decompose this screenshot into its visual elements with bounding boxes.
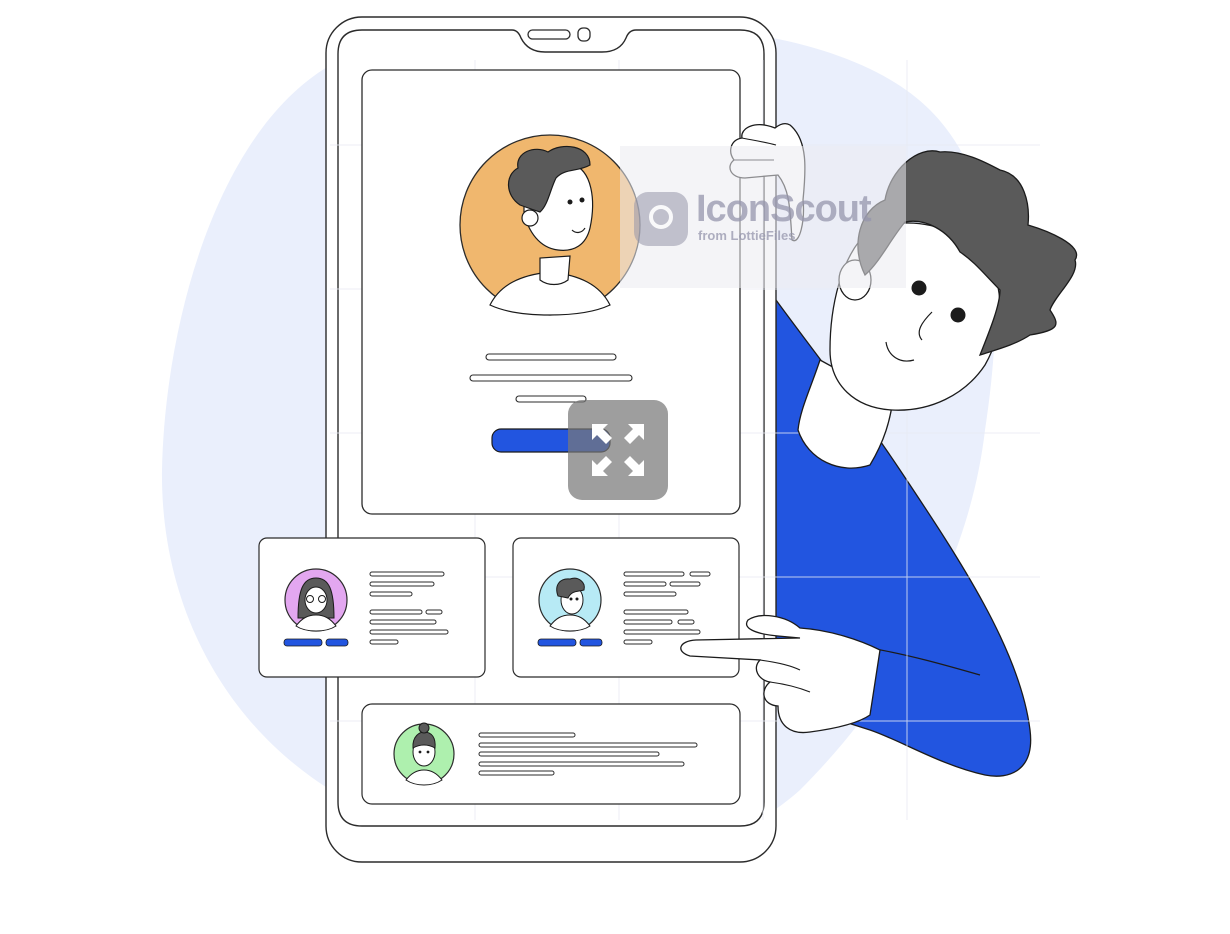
illustration-stage: IconScout from LottieFiles [0,0,1230,934]
watermark-subtitle: from LottieFiles [698,228,796,243]
character-eye-right [950,307,966,323]
watermark-title: IconScout [696,188,872,230]
left-card-button-b [325,638,349,647]
expand-arrows-icon [592,424,644,476]
expand-button[interactable] [568,400,668,500]
right-card-button-b [579,638,603,647]
character-eye-left [911,280,927,296]
speaker-slot [527,29,571,40]
name-line [485,353,617,361]
iconscout-logo-icon [634,192,688,246]
right-card-button-a [537,638,577,647]
iconscout-watermark: IconScout from LottieFiles [620,146,906,288]
left-card-button-a [283,638,323,647]
camera-dot [577,27,591,42]
bio-line [469,374,633,382]
